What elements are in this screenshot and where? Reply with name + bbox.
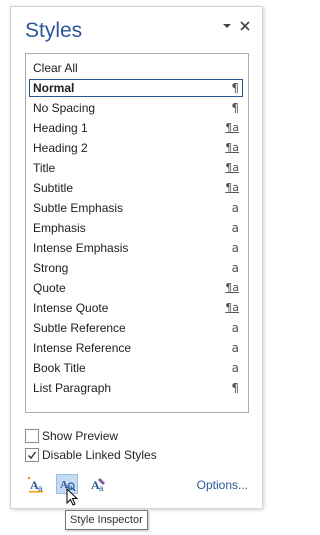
- style-item-label: Clear All: [33, 61, 78, 75]
- options-link[interactable]: Options...: [197, 478, 248, 492]
- svg-text:a: a: [99, 484, 104, 493]
- style-item-label: Subtle Reference: [33, 321, 126, 335]
- paragraph-style-icon: ¶: [231, 81, 239, 95]
- checkmark-icon: [28, 451, 37, 460]
- style-item-label: Normal: [33, 81, 75, 95]
- style-item[interactable]: Intense Reference a: [29, 339, 243, 357]
- styles-pane: Styles Clear All Normal ¶ No Spacing ¶ Headin…: [10, 6, 263, 509]
- style-item-label: Intense Quote: [33, 301, 109, 315]
- mouse-cursor-icon: [66, 488, 79, 506]
- pane-options-dropdown[interactable]: [221, 19, 235, 33]
- styles-list[interactable]: Clear All Normal ¶ No Spacing ¶ Heading 1 ¶a He…: [25, 53, 249, 413]
- style-item-label: Title: [33, 161, 56, 175]
- style-item[interactable]: Intense Emphasis a: [29, 239, 243, 257]
- style-inspector-tooltip: Style Inspector: [65, 510, 148, 530]
- linked-style-icon: ¶a: [225, 301, 239, 314]
- style-item-label: Strong: [33, 261, 69, 275]
- character-style-icon: a: [231, 361, 239, 375]
- character-style-icon: a: [231, 261, 239, 275]
- style-item-label: Heading 1: [33, 121, 88, 135]
- style-item-label: List Paragraph: [33, 381, 112, 395]
- style-item-label: Heading 2: [33, 141, 88, 155]
- chevron-down-icon: [223, 24, 231, 28]
- style-item[interactable]: Title ¶a: [29, 159, 243, 177]
- style-item-label: Subtle Emphasis: [33, 201, 124, 215]
- show-preview-checkbox[interactable]: [25, 429, 39, 443]
- show-preview-label: Show Preview: [42, 429, 119, 443]
- character-style-icon: a: [231, 341, 239, 355]
- close-button[interactable]: [239, 19, 253, 33]
- paragraph-style-icon: ¶: [231, 381, 239, 395]
- style-item[interactable]: Quote ¶a: [29, 279, 243, 297]
- character-style-icon: a: [231, 241, 239, 255]
- style-item[interactable]: Subtitle ¶a: [29, 179, 243, 197]
- style-item-label: Subtitle: [33, 181, 74, 195]
- disable-linked-styles-label: Disable Linked Styles: [42, 448, 157, 462]
- linked-style-icon: ¶a: [225, 281, 239, 294]
- style-item-label: No Spacing: [33, 101, 96, 115]
- character-style-icon: a: [231, 201, 239, 215]
- disable-linked-styles-checkbox[interactable]: [25, 448, 39, 462]
- style-item-label: Quote: [33, 281, 66, 295]
- new-style-icon: A a: [27, 476, 43, 493]
- character-style-icon: a: [231, 221, 239, 235]
- style-item-label: Emphasis: [33, 221, 86, 235]
- style-item[interactable]: Book Title a: [29, 359, 243, 377]
- style-item-label: Book Title: [33, 361, 86, 375]
- style-item[interactable]: Heading 1 ¶a: [29, 119, 243, 137]
- linked-style-icon: ¶a: [225, 161, 239, 174]
- style-item-label: Intense Reference: [33, 341, 132, 355]
- paragraph-style-icon: ¶: [231, 101, 239, 115]
- style-item[interactable]: No Spacing ¶: [29, 99, 243, 117]
- style-item-label: Intense Emphasis: [33, 241, 129, 255]
- linked-style-icon: ¶a: [225, 181, 239, 194]
- linked-style-icon: ¶a: [225, 121, 239, 134]
- style-item[interactable]: Subtle Emphasis a: [29, 199, 243, 217]
- manage-styles-icon: A a: [91, 478, 105, 493]
- style-item[interactable]: Strong a: [29, 259, 243, 277]
- character-style-icon: a: [231, 321, 239, 335]
- style-item[interactable]: Normal ¶: [29, 79, 243, 97]
- style-item[interactable]: Heading 2 ¶a: [29, 139, 243, 157]
- style-item[interactable]: Intense Quote ¶a: [29, 299, 243, 317]
- manage-styles-button[interactable]: A a: [87, 474, 109, 494]
- style-item[interactable]: List Paragraph ¶: [29, 379, 243, 397]
- linked-style-icon: ¶a: [225, 141, 239, 154]
- style-item[interactable]: Emphasis a: [29, 219, 243, 237]
- style-item[interactable]: Subtle Reference a: [29, 319, 243, 337]
- pane-title: Styles: [25, 19, 83, 42]
- new-style-button[interactable]: A a: [25, 474, 47, 494]
- clear-all-item[interactable]: Clear All: [29, 59, 243, 77]
- close-icon: [240, 21, 250, 31]
